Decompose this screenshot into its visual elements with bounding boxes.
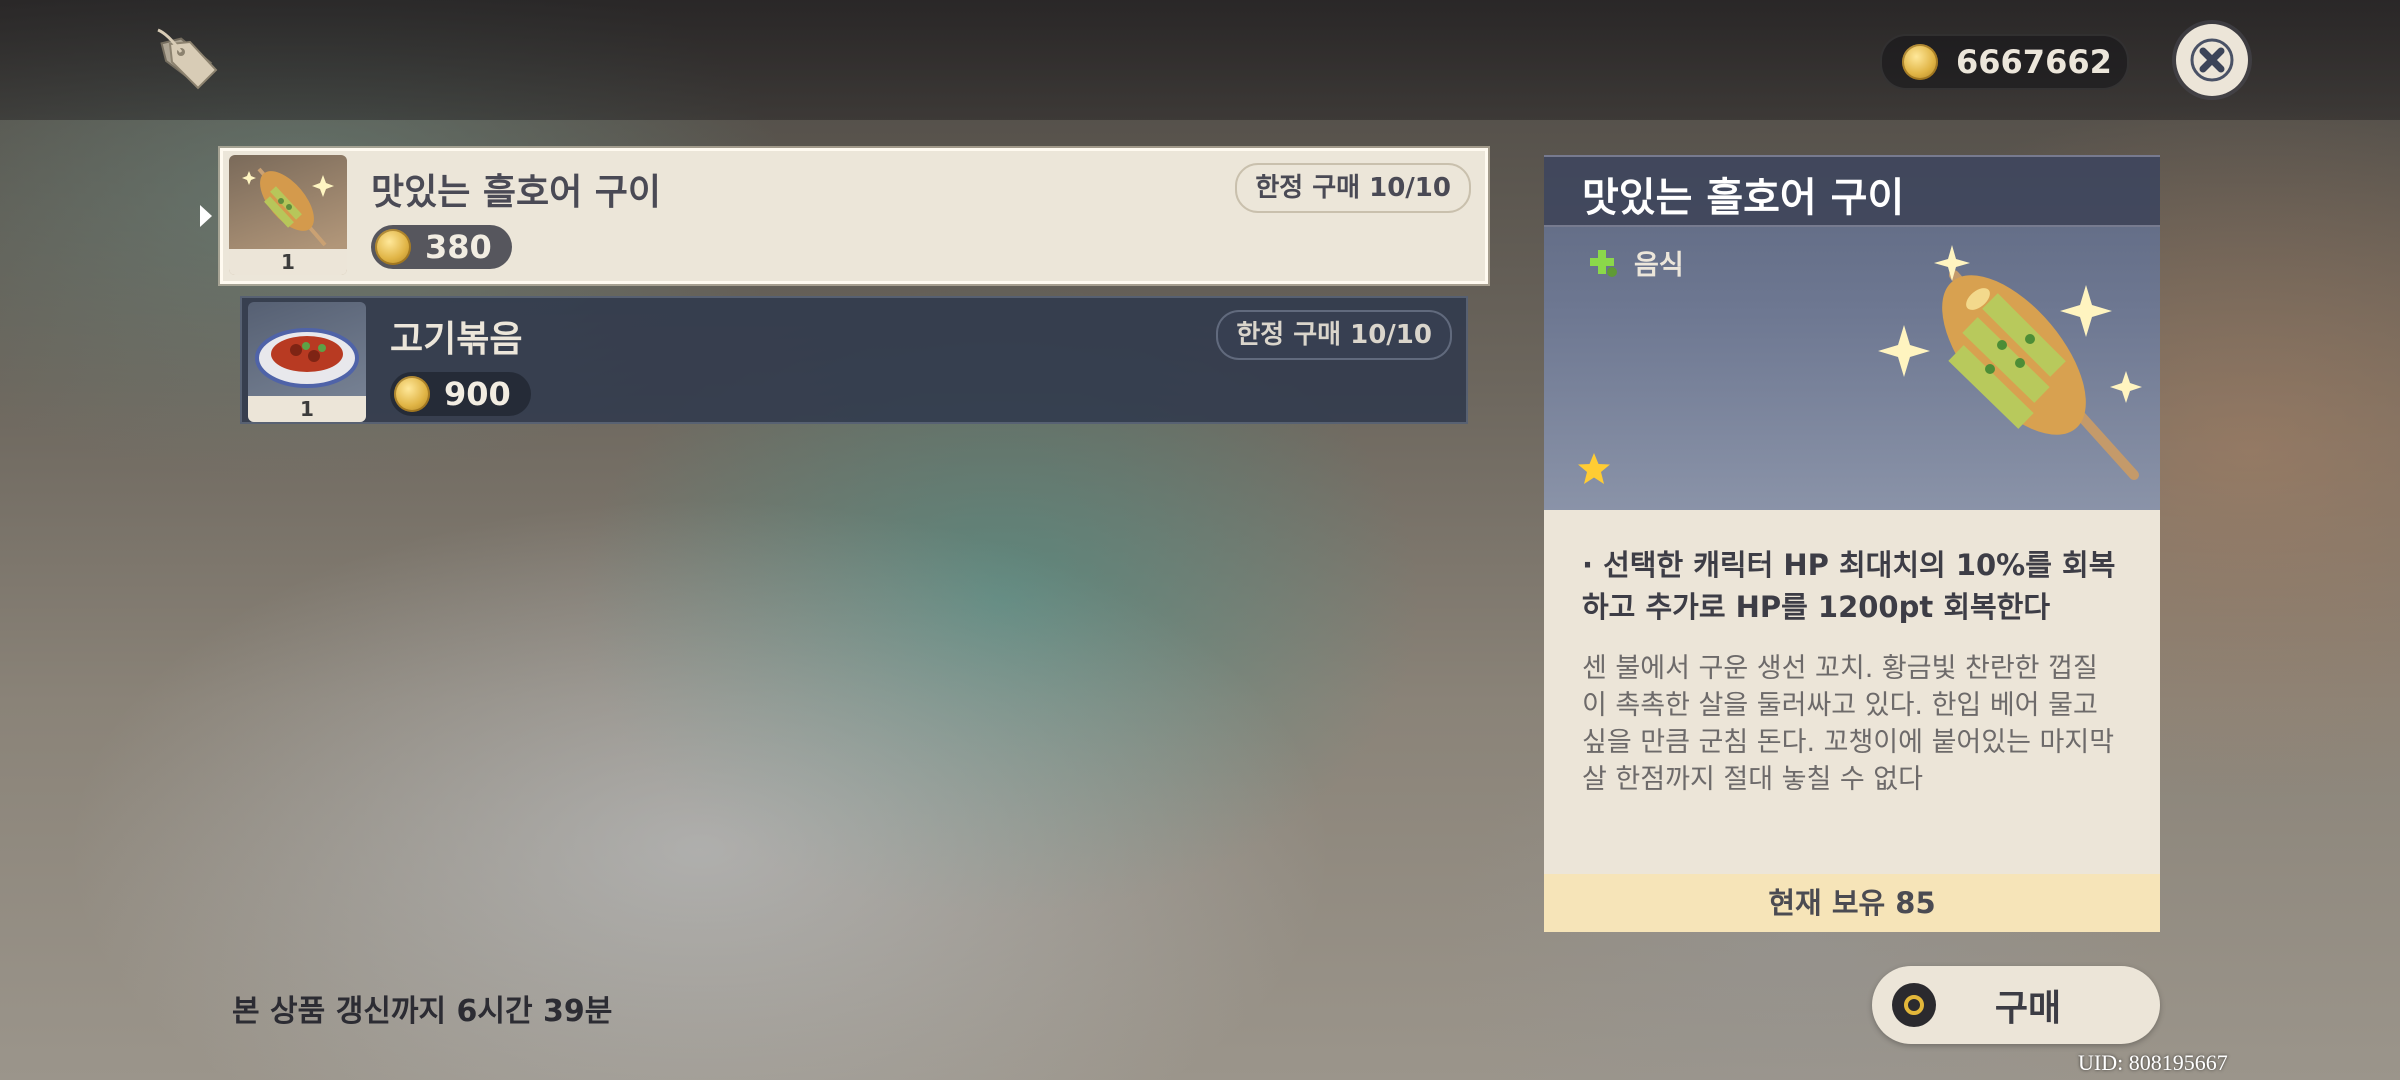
close-button[interactable] <box>2176 24 2248 96</box>
food-icon <box>1590 249 1617 277</box>
item-price-value: 380 <box>425 228 492 266</box>
item-category-label: 음식 <box>1634 250 1684 281</box>
selection-indicator-icon <box>200 205 212 227</box>
item-name: 맛있는 흘호어 구이 <box>371 172 662 213</box>
item-category: 음식 <box>1586 243 1684 282</box>
rarity-star-icon <box>1578 453 1610 484</box>
grilled-fish-skewer-icon <box>242 167 334 247</box>
refresh-timer: 본 상품 갱신까지 6시간 39분 <box>232 994 613 1029</box>
item-price-value: 900 <box>444 375 511 413</box>
shop-item-grilled-fish[interactable]: 1 맛있는 흘호어 구이 380 한정 구매 10/10 <box>220 148 1488 284</box>
detail-description: · 선택한 캐릭터 HP 최대치의 10%를 회복하고 추가로 HP를 1200… <box>1544 510 2160 874</box>
owned-count: 현재 보유 85 <box>1544 874 2160 932</box>
purchase-limit-badge: 한정 구매 10/10 <box>1235 163 1471 213</box>
item-quantity: 1 <box>248 396 366 422</box>
item-price: 900 <box>390 372 531 416</box>
buy-button[interactable]: 구매 <box>1872 966 2160 1044</box>
item-name: 고기볶음 <box>390 319 523 360</box>
detail-header: 맛있는 흘호어 구이 음식 <box>1544 155 2160 510</box>
close-icon <box>2190 38 2234 82</box>
stir-fried-meat-icon <box>255 328 359 388</box>
item-effect-text: · 선택한 캐릭터 HP 최대치의 10%를 회복하고 추가로 HP를 1200… <box>1582 548 2116 624</box>
item-quantity: 1 <box>229 249 347 275</box>
item-detail-panel: 맛있는 흘호어 구이 음식 · 선택한 캐릭터 HP 최대치의 10%를 회복하… <box>1544 155 2160 932</box>
confirm-icon <box>1892 983 1936 1027</box>
currency-display: 6667662 <box>1880 34 2129 90</box>
item-thumbnail: 1 <box>248 302 366 422</box>
mora-coin-icon <box>1902 44 1938 80</box>
item-price: 380 <box>371 225 512 269</box>
mora-coin-icon <box>375 229 411 265</box>
mora-coin-icon <box>394 376 430 412</box>
shop-item-stir-fried-meat[interactable]: 1 고기볶음 900 한정 구매 10/10 <box>240 296 1468 424</box>
item-thumbnail: 1 <box>229 155 347 275</box>
grilled-fish-skewer-art <box>1878 245 2142 480</box>
currency-value: 6667662 <box>1956 43 2112 81</box>
item-flavor-text: 센 불에서 구운 생선 꼬치. 황금빛 찬란한 껍질이 촉촉한 살을 둘러싸고 … <box>1582 653 2115 795</box>
purchase-limit-badge: 한정 구매 10/10 <box>1216 310 1452 360</box>
detail-title: 맛있는 흘호어 구이 <box>1582 175 1905 221</box>
price-tag-icon <box>157 28 218 90</box>
buy-button-label: 구매 <box>1994 988 2062 1029</box>
player-uid: UID: 808195667 <box>2078 1050 2228 1075</box>
